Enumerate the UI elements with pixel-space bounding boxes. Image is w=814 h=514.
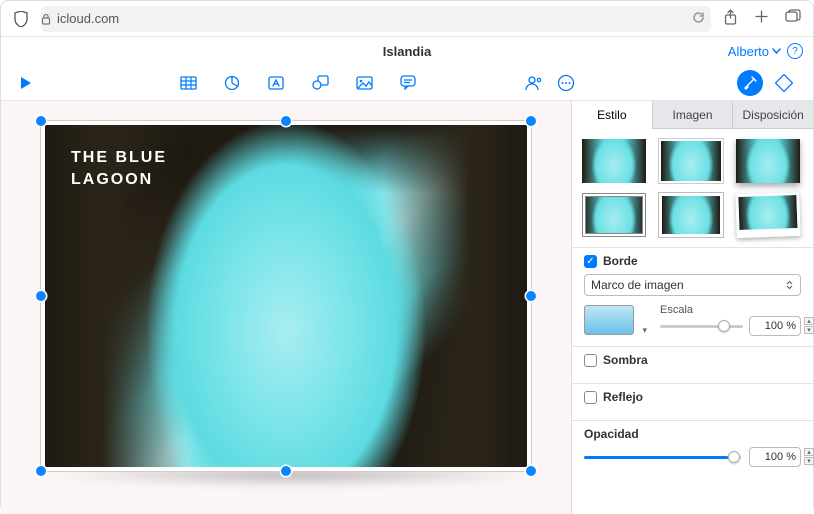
resize-handle-tm[interactable] — [281, 116, 291, 126]
resize-handle-tr[interactable] — [526, 116, 536, 126]
scale-slider[interactable] — [660, 318, 743, 334]
lock-icon — [41, 13, 51, 25]
more-icon[interactable] — [555, 72, 577, 94]
shadow-checkbox[interactable] — [584, 354, 597, 367]
resize-handle-mr[interactable] — [526, 291, 536, 301]
toolbar — [1, 65, 813, 101]
border-label: Borde — [603, 254, 638, 268]
opacity-slider[interactable] — [584, 449, 741, 465]
resize-handle-br[interactable] — [526, 466, 536, 476]
style-preset-6[interactable] — [736, 193, 800, 237]
style-preset-3[interactable] — [736, 139, 800, 183]
app-header: Islandia Alberto ? — [1, 37, 813, 65]
scale-field[interactable]: 100 % ▴▾ — [749, 316, 801, 336]
insert-table-icon[interactable] — [177, 72, 199, 94]
resize-handle-bl[interactable] — [36, 466, 46, 476]
opacity-stepper[interactable]: ▴▾ — [804, 448, 814, 465]
style-preset-5[interactable] — [659, 193, 723, 237]
reload-icon[interactable] — [692, 11, 705, 27]
help-icon[interactable]: ? — [787, 43, 803, 59]
url-field[interactable]: icloud.com — [41, 6, 711, 32]
scale-stepper[interactable]: ▴▾ — [804, 317, 814, 334]
reflection-label: Reflejo — [603, 390, 643, 404]
url-text: icloud.com — [57, 11, 119, 26]
scale-label: Escala — [660, 304, 801, 316]
inspector-panel: Estilo Imagen Disposición ✓ Borde Marco … — [571, 101, 813, 514]
account-menu[interactable]: Alberto — [728, 44, 781, 59]
image-caption: THE BLUE LAGOON — [71, 147, 167, 192]
browser-toolbar: icloud.com — [1, 1, 813, 37]
privacy-shield-icon[interactable] — [13, 11, 29, 27]
style-preset-1[interactable] — [582, 139, 646, 183]
style-preset-2[interactable] — [659, 139, 723, 183]
selected-image[interactable]: THE BLUE LAGOON — [41, 121, 531, 471]
share-icon[interactable] — [723, 9, 738, 29]
collaborate-icon[interactable] — [523, 72, 545, 94]
style-preset-4[interactable] — [582, 193, 646, 237]
opacity-label: Opacidad — [584, 427, 801, 441]
document-title: Islandia — [1, 44, 813, 59]
insert-shape-icon[interactable] — [309, 72, 331, 94]
resize-handle-bm[interactable] — [281, 466, 291, 476]
style-presets — [572, 129, 813, 247]
insert-chart-icon[interactable] — [221, 72, 243, 94]
border-checkbox[interactable]: ✓ — [584, 255, 597, 268]
new-tab-icon[interactable] — [754, 9, 769, 29]
reflection-section: Reflejo — [572, 383, 813, 420]
resize-handle-tl[interactable] — [36, 116, 46, 126]
select-chevrons-icon — [785, 280, 794, 290]
format-icon[interactable] — [737, 70, 763, 96]
border-section: ✓ Borde Marco de imagen Escala — [572, 247, 813, 346]
shadow-label: Sombra — [603, 353, 648, 367]
opacity-field[interactable]: 100 % ▴▾ — [749, 447, 801, 467]
tab-arrange[interactable]: Disposición — [732, 101, 813, 129]
border-type-select[interactable]: Marco de imagen — [584, 274, 801, 296]
resize-handle-ml[interactable] — [36, 291, 46, 301]
insert-comment-icon[interactable] — [397, 72, 419, 94]
tabs-icon[interactable] — [785, 9, 801, 29]
chevron-down-icon — [772, 48, 781, 54]
canvas[interactable]: THE BLUE LAGOON — [1, 101, 571, 514]
tab-image[interactable]: Imagen — [652, 101, 733, 129]
animate-icon[interactable] — [773, 72, 795, 94]
frame-color-swatch[interactable] — [584, 305, 634, 335]
tab-style[interactable]: Estilo — [572, 101, 652, 129]
insert-text-icon[interactable] — [265, 72, 287, 94]
opacity-section: Opacidad 100 % ▴▾ — [572, 420, 813, 477]
reflection-checkbox[interactable] — [584, 391, 597, 404]
shadow-section: Sombra — [572, 346, 813, 383]
play-icon[interactable] — [15, 72, 37, 94]
insert-image-icon[interactable] — [353, 72, 375, 94]
